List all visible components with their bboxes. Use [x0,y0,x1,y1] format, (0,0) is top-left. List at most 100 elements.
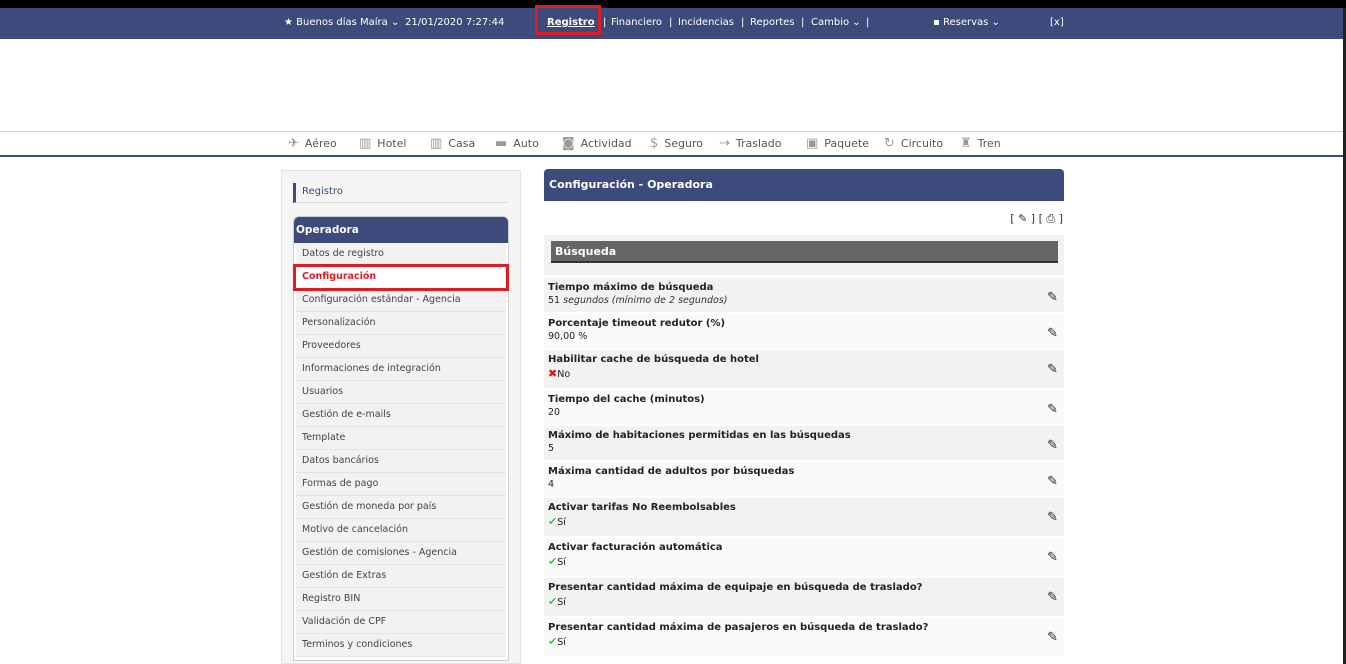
setting-value-text: Sí [557,637,566,648]
sidebar-item[interactable]: Informaciones de integración [296,358,506,381]
nav-reportes[interactable]: Reportes [750,17,795,28]
setting-value: 20 [548,407,1060,418]
building-icon: ▥ [359,136,372,151]
sidebar-registro-link[interactable]: Registro [293,183,508,203]
setting-value-text: 20 [548,407,561,418]
mode-paquete[interactable]: ▣ Paquete [806,136,869,151]
setting-value-text: 5 [548,443,555,454]
sidebar-item[interactable]: Terminos y condiciones [296,634,506,657]
nav-incidencias[interactable]: Incidencias [678,17,734,28]
sidebar-item[interactable]: Datos de registro [296,243,506,266]
mode-tren[interactable]: ♜ Tren [960,136,1001,151]
nav-separator: | [801,17,805,28]
setting-row: Activar tarifas No Reembolsables ✔Sí ✎ [544,498,1064,538]
setting-row: Presentar cantidad máxima de equipaje en… [544,578,1064,618]
check-icon: ✔ [548,635,558,648]
setting-value-text: 4 [548,479,555,490]
mode-actividad[interactable]: ◙ Actividad [562,136,632,151]
sidebar-item[interactable]: Gestión de Extras [296,565,506,588]
setting-row: Activar facturación automática ✔Sí ✎ [544,538,1064,578]
setting-label: Activar tarifas No Reembolsables [548,502,736,513]
nav-cambio[interactable]: Cambio ⌄ [811,17,861,28]
edit-icon[interactable]: ✎ [1047,438,1058,453]
greeting-label: Buenos días Maíra [296,17,388,28]
close-button[interactable]: [x] [1050,17,1064,28]
setting-value-text: 90,00 % [548,331,588,342]
sidebar-item[interactable]: Gestión de e-mails [296,404,506,427]
sidebar-item[interactable]: Configuración estándar - Agencia [296,289,506,312]
setting-row: Máximo de habitaciones permitidas en las… [544,426,1064,462]
sidebar-item[interactable]: Template [296,427,506,450]
sidebar-item[interactable]: Motivo de cancelación [296,519,506,542]
left-sidebar: Registro Operadora Datos de registro Conf… [281,170,521,664]
sidebar-item[interactable]: Gestión de moneda por país [296,496,506,519]
circuit-icon: ↻ [884,136,895,151]
setting-label: Máxima cantidad de adultos por búsquedas [548,466,795,477]
main-content: Configuración - Operadora [ ✎ ] [ ⎙ ] Bú… [544,169,1064,658]
section-busqueda: Búsqueda [544,235,1064,275]
nav-separator: | [603,17,607,28]
sidebar-header: Operadora [294,217,508,243]
page-title: Configuración - Operadora [544,169,1064,201]
mode-auto[interactable]: ▬ Auto [495,136,539,151]
top-strip [0,0,1346,8]
edit-icon[interactable]: ✎ [1047,550,1058,565]
sidebar-item[interactable]: Gestión de comisiones - Agencia [296,542,506,565]
greeting-menu[interactable]: ★ Buenos días Maíra ⌄ [284,17,399,28]
mode-circuito[interactable]: ↻ Circuito [884,136,943,151]
edit-icon[interactable]: ✎ [1047,290,1058,305]
mode-casa[interactable]: ▥ Casa [430,136,475,151]
highlight-configuracion [293,264,509,291]
sidebar-item[interactable]: Validación de CPF [296,611,506,634]
nav-separator: | [741,17,745,28]
mode-traslado[interactable]: ⇢ Traslado [719,136,782,151]
airplane-icon: ✈ [288,136,299,151]
sidebar-item[interactable]: Proveedores [296,335,506,358]
reservas-menu[interactable]: ▪ Reservas ⌄ [933,17,1000,28]
dollar-icon: $ [650,136,659,151]
sidebar-item[interactable]: Personalización [296,312,506,335]
product-menu: ✈ Aéreo ▥ Hotel ▥ Casa ▬ Auto ◙ Actividad $ Se… [0,132,1343,154]
nav-financiero[interactable]: Financiero [611,17,662,28]
sidebar-item[interactable]: Formas de pago [296,473,506,496]
setting-label: Presentar cantidad máxima de equipaje en… [548,582,923,593]
train-icon: ♜ [960,136,972,151]
setting-note: segundos (mínimo de 2 segundos) [563,295,728,306]
mode-hotel[interactable]: ▥ Hotel [359,136,406,151]
edit-icon[interactable]: ✎ [1047,326,1058,341]
check-icon: ✔ [548,555,558,568]
edit-icon[interactable]: ✎ [1047,474,1058,489]
edit-icon[interactable]: ✎ [1047,362,1058,377]
top-navbar: ★ Buenos días Maíra ⌄ 21/01/2020 7:27:44… [0,8,1343,39]
setting-value: 4 [548,479,1060,490]
reservas-icon: ▪ [933,17,940,28]
setting-label: Habilitar cache de búsqueda de hotel [548,354,759,365]
print-icon[interactable]: ⎙ [1046,212,1055,225]
setting-value: ✔Sí [548,555,1060,568]
setting-row: Presentar cantidad máxima de pasajeros e… [544,618,1064,658]
edit-icon[interactable]: ✎ [1047,402,1058,417]
mode-aereo[interactable]: ✈ Aéreo [288,136,337,151]
edit-icon[interactable]: ✎ [1047,630,1058,645]
transfer-icon: ⇢ [719,136,730,151]
sidebar-item[interactable]: Registro BIN [296,588,506,611]
sidebar-item[interactable]: Datos bancários [296,450,506,473]
edit-icon[interactable]: ✎ [1047,590,1058,605]
setting-value: ✔Sí [548,635,1060,648]
cross-icon: ✖ [548,367,558,380]
section-title: Búsqueda [551,241,1058,263]
nav-separator: | [866,17,870,28]
setting-value: 5 [548,443,1060,454]
setting-value-text: Sí [557,597,566,608]
setting-label: Activar facturación automática [548,542,723,553]
sidebar-item[interactable]: Usuarios [296,381,506,404]
check-icon: ✔ [548,515,558,528]
edit-icon[interactable]: ✎ [1047,510,1058,525]
setting-label: Porcentaje timeout redutor (%) [548,318,726,329]
setting-value: ✔Sí [548,595,1060,608]
edit-icon[interactable]: ✎ [1018,212,1027,225]
setting-value-text: Sí [557,557,566,568]
mode-seguro[interactable]: $ Seguro [650,136,703,151]
highlight-registro [535,5,601,35]
setting-row: Tiempo del cache (minutos) 20 ✎ [544,390,1064,426]
